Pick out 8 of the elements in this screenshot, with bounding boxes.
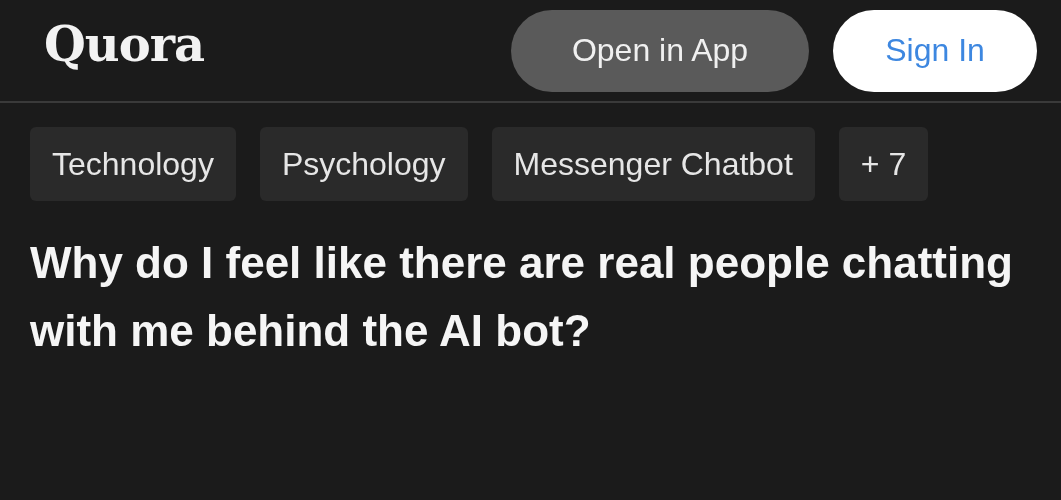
topic-chip[interactable]: Messenger Chatbot [491,127,815,201]
topic-chip[interactable]: Psychology [259,127,468,201]
sign-in-button[interactable]: Sign In [833,9,1037,92]
open-app-button[interactable]: Open in App [511,9,809,92]
question-title: Why do I feel like there are real people chatting with me behind the AI bot? [29,237,1014,357]
topic-chip[interactable]: Technology [30,127,236,201]
topic-chip[interactable]: + 7 [838,127,929,201]
quora-logo: Quora [44,15,205,72]
